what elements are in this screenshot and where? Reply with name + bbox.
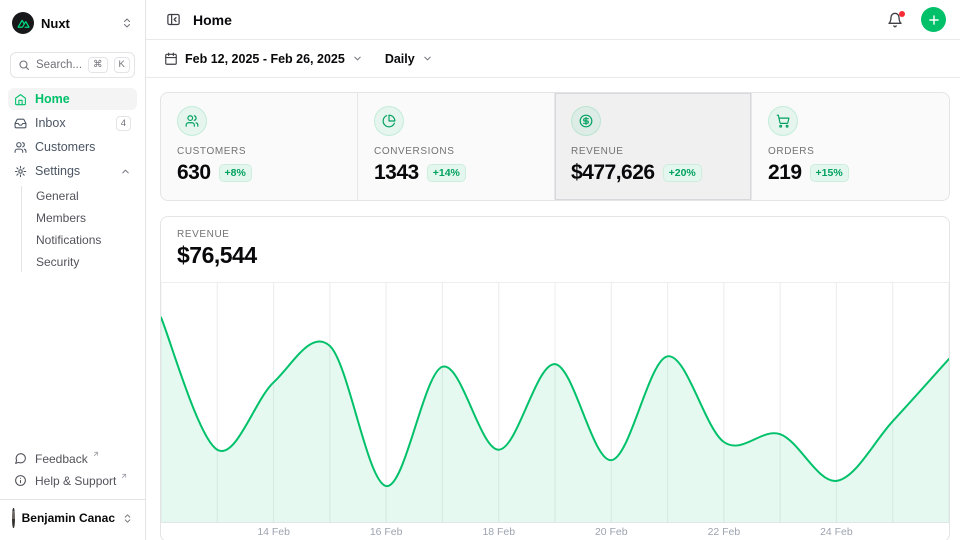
stat-label: CUSTOMERS [177, 146, 341, 157]
stat-card-customers[interactable]: CUSTOMERS 630 +8% [161, 93, 358, 200]
search-icon [18, 59, 30, 71]
search-placeholder: Search... [36, 59, 82, 71]
stat-label: CONVERSIONS [374, 146, 538, 157]
stat-card-orders[interactable]: ORDERS 219 +15% [752, 93, 949, 200]
help-support-link[interactable]: Help & Support [8, 471, 137, 491]
revenue-chart-card: REVENUE $76,544 14 Feb 16 Feb 18 Feb 20 Feb… [160, 216, 950, 540]
plus-icon [927, 13, 941, 27]
info-circle-icon [14, 474, 27, 487]
chevron-down-icon [352, 53, 363, 64]
kbd-k: K [114, 57, 130, 72]
stat-card-conversions[interactable]: CONVERSIONS 1343 +14% [358, 93, 555, 200]
settings-subnav: General Members Notifications Security [21, 186, 137, 272]
stat-value: $477,626 [571, 161, 655, 185]
shopping-cart-icon [768, 106, 798, 136]
stat-delta-badge: +15% [810, 164, 849, 182]
stat-label: ORDERS [768, 146, 933, 157]
stat-value: 1343 [374, 161, 419, 185]
chart-metric-value: $76,544 [177, 242, 933, 269]
stat-delta-badge: +14% [427, 164, 466, 182]
panel-left-close-icon [166, 12, 181, 27]
sidebar-item-customers[interactable]: Customers [8, 136, 137, 158]
avatar [12, 508, 15, 528]
pie-chart-icon [374, 106, 404, 136]
kbd-meta: ⌘ [88, 57, 108, 72]
gear-icon [14, 165, 27, 178]
sidebar-item-notifications[interactable]: Notifications [30, 230, 137, 250]
sidebar-item-inbox[interactable]: Inbox 4 [8, 112, 137, 134]
main-area: Home Feb 12, 2025 - Feb 26, 2025 [146, 0, 960, 540]
feedback-link[interactable]: Feedback [8, 449, 137, 469]
help-support-label: Help & Support [35, 474, 116, 488]
chevrons-up-down-icon [121, 17, 133, 29]
inbox-icon [14, 117, 27, 130]
circle-dollar-icon [571, 106, 601, 136]
sidebar-item-home[interactable]: Home [8, 88, 137, 110]
page-title: Home [193, 12, 875, 28]
date-range-value: Feb 12, 2025 - Feb 26, 2025 [185, 52, 345, 66]
stat-card-revenue[interactable]: REVENUE $477,626 +20% [555, 93, 752, 200]
chart-metric-label: REVENUE [177, 229, 933, 240]
workspace-switcher[interactable]: Nuxt [8, 8, 137, 38]
sidebar-footer: Feedback Help & Support Benjamin Canac [8, 449, 137, 540]
sidebar-item-label: Settings [35, 164, 112, 178]
app-window: Nuxt Search... ⌘ K Home [0, 0, 960, 540]
external-link-icon [92, 450, 100, 458]
chevron-up-icon [120, 166, 131, 177]
svg-text:22 Feb: 22 Feb [708, 527, 741, 538]
external-link-icon [120, 472, 128, 480]
stat-delta-badge: +20% [663, 164, 702, 182]
collapse-sidebar-button[interactable] [164, 10, 183, 29]
top-bar: Home [146, 0, 960, 40]
message-circle-icon [14, 452, 27, 465]
user-menu[interactable]: Benjamin Canac [0, 499, 145, 536]
sidebar-item-settings[interactable]: Settings [8, 160, 137, 182]
nuxt-logo-icon [12, 12, 34, 34]
sidebar-item-label: Home [35, 92, 131, 106]
calendar-icon [164, 52, 178, 66]
feedback-label: Feedback [35, 452, 88, 466]
inbox-count-badge: 4 [116, 116, 131, 131]
chart-plot-area[interactable]: 14 Feb 16 Feb 18 Feb 20 Feb 22 Feb 24 Feb [161, 283, 949, 540]
chevrons-up-down-icon [122, 513, 133, 524]
dashboard-content: CUSTOMERS 630 +8% CONVERSIONS 1343 +14% [146, 78, 960, 540]
notifications-button[interactable] [885, 10, 905, 30]
sidebar-item-general[interactable]: General [30, 186, 137, 206]
chart-header: REVENUE $76,544 [161, 217, 949, 283]
chevron-down-icon [422, 53, 433, 64]
granularity-value: Daily [385, 52, 415, 66]
sidebar-item-label: Inbox [35, 116, 108, 130]
sidebar: Nuxt Search... ⌘ K Home [0, 0, 146, 540]
sidebar-item-label: Customers [35, 140, 131, 154]
stat-label: REVENUE [571, 146, 735, 157]
svg-text:14 Feb: 14 Feb [257, 527, 290, 538]
users-icon [177, 106, 207, 136]
svg-text:20 Feb: 20 Feb [595, 527, 628, 538]
sidebar-item-members[interactable]: Members [30, 208, 137, 228]
home-icon [14, 93, 27, 106]
sidebar-item-security[interactable]: Security [30, 252, 137, 272]
stat-value: 219 [768, 161, 802, 185]
svg-text:18 Feb: 18 Feb [482, 527, 515, 538]
granularity-select[interactable]: Daily [385, 52, 433, 66]
stat-value: 630 [177, 161, 211, 185]
filter-toolbar: Feb 12, 2025 - Feb 26, 2025 Daily [146, 40, 960, 78]
sidebar-nav: Home Inbox 4 Customers Settings [8, 88, 137, 449]
search-input[interactable]: Search... ⌘ K [10, 52, 135, 78]
notification-dot [899, 11, 905, 17]
revenue-area-chart[interactable]: 14 Feb 16 Feb 18 Feb 20 Feb 22 Feb 24 Feb [161, 283, 949, 540]
svg-text:24 Feb: 24 Feb [820, 527, 853, 538]
workspace-name: Nuxt [41, 16, 114, 31]
svg-text:16 Feb: 16 Feb [370, 527, 403, 538]
add-button[interactable] [921, 7, 946, 32]
stat-delta-badge: +8% [219, 164, 252, 182]
stats-strip: CUSTOMERS 630 +8% CONVERSIONS 1343 +14% [160, 92, 950, 201]
user-name: Benjamin Canac [22, 511, 115, 525]
date-range-picker[interactable]: Feb 12, 2025 - Feb 26, 2025 [164, 52, 363, 66]
users-icon [14, 141, 27, 154]
